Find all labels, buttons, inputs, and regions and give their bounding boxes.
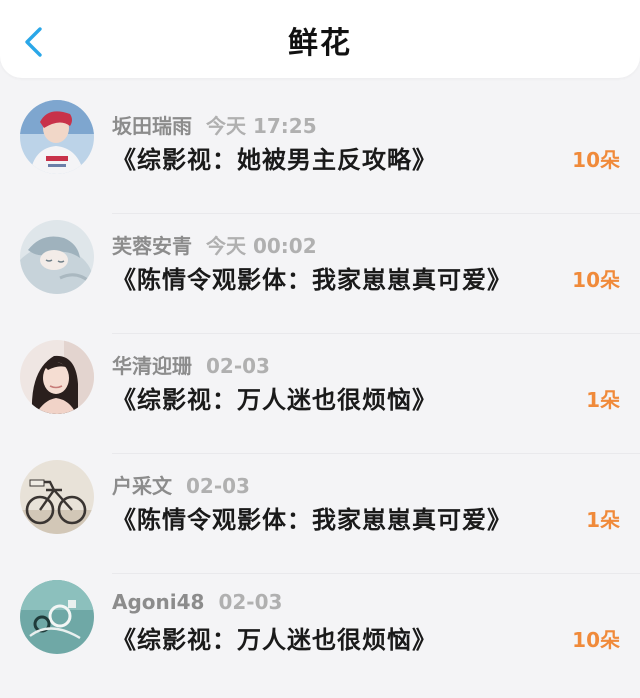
timestamp: 02-03 <box>218 590 283 614</box>
flower-count: 1朵 <box>586 388 620 412</box>
work-title[interactable]: 《综影视：她被男主反攻略》 <box>112 140 437 175</box>
list-item[interactable]: 华清迎珊 02-03 《综影视：万人迷也很烦恼》 1朵 <box>0 338 640 458</box>
work-title[interactable]: 《陈情令观影体：我家崽崽真可爱》 <box>112 500 512 535</box>
avatar-boy-red-hair-icon <box>20 100 94 174</box>
divider <box>112 333 640 334</box>
item-meta: Agoni48 02-03 <box>112 590 282 614</box>
sender-name[interactable]: 芙蓉安青 <box>112 234 192 258</box>
timestamp: 02-03 <box>206 354 270 378</box>
flower-count: 10朵 <box>572 268 620 292</box>
flower-count: 10朵 <box>572 148 620 172</box>
avatar-girl-portrait-icon <box>20 340 94 414</box>
avatar[interactable] <box>20 220 94 294</box>
timestamp: 今天 00:02 <box>206 234 317 258</box>
list-item[interactable]: 户采文 02-03 《陈情令观影体：我家崽崽真可爱》 1朵 <box>0 458 640 578</box>
divider <box>112 213 640 214</box>
flower-count: 10朵 <box>572 628 620 652</box>
item-meta: 华清迎珊 02-03 <box>112 350 270 379</box>
sender-name[interactable]: 华清迎珊 <box>112 354 192 378</box>
avatar[interactable] <box>20 100 94 174</box>
avatar-bicycle-icon <box>20 460 94 534</box>
top-bar: 鲜花 <box>0 0 640 78</box>
avatar-anime-sleeping-icon <box>20 220 94 294</box>
timestamp: 02-03 <box>186 474 250 498</box>
flower-count: 1朵 <box>586 508 620 532</box>
avatar[interactable] <box>20 460 94 534</box>
timestamp: 今天 17:25 <box>206 114 317 138</box>
work-title[interactable]: 《综影视：万人迷也很烦恼》 <box>112 620 437 655</box>
list-item[interactable]: 坂田瑞雨 今天 17:25 《综影视：她被男主反攻略》 10朵 <box>0 98 640 218</box>
sender-name[interactable]: Agoni48 <box>112 590 204 614</box>
sender-name[interactable]: 户采文 <box>112 474 172 498</box>
avatar[interactable] <box>20 340 94 414</box>
avatar[interactable] <box>20 580 94 654</box>
list-item[interactable]: Agoni48 02-03 《综影视：万人迷也很烦恼》 10朵 <box>0 578 640 698</box>
item-meta: 芙蓉安青 今天 00:02 <box>112 230 317 259</box>
avatar-teal-abstract-icon <box>20 580 94 654</box>
item-meta: 坂田瑞雨 今天 17:25 <box>112 110 317 139</box>
work-title[interactable]: 《综影视：万人迷也很烦恼》 <box>112 380 437 415</box>
sender-name[interactable]: 坂田瑞雨 <box>112 114 192 138</box>
list-item[interactable]: 芙蓉安青 今天 00:02 《陈情令观影体：我家崽崽真可爱》 10朵 <box>0 218 640 338</box>
work-title[interactable]: 《陈情令观影体：我家崽崽真可爱》 <box>112 260 512 295</box>
page-title: 鲜花 <box>288 26 352 61</box>
divider <box>112 453 640 454</box>
item-meta: 户采文 02-03 <box>112 470 250 499</box>
divider <box>112 573 640 574</box>
